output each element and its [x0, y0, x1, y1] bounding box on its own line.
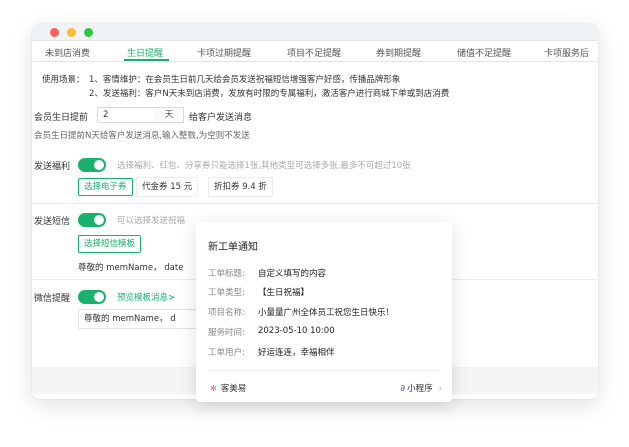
work-order-notification-card: 新工单通知 工单标题: 自定义填写的内容 工单类型: 【生日祝福】 项目名称: …	[196, 222, 452, 402]
tab-card-expiry[interactable]: 卡项过期提醒	[197, 46, 251, 59]
select-coupon-button[interactable]: 选择电子券	[78, 178, 133, 196]
birthday-advance-label: 会员生日提前	[34, 113, 89, 123]
tab-coupon-expiry[interactable]: 券到期提醒	[376, 46, 421, 59]
benefit-toggle[interactable]	[78, 158, 106, 172]
mini-program-link[interactable]: ∂ 小程序 ›	[400, 382, 442, 394]
title-bar	[32, 24, 598, 41]
mini-program-icon: ∂	[400, 384, 406, 394]
preview-template-link[interactable]: 预览模板消息>	[117, 291, 175, 303]
tab-unvisited[interactable]: 未到店消费	[45, 46, 90, 59]
close-window-button[interactable]	[50, 28, 59, 37]
sms-preview: 尊敬的 memName， date	[78, 263, 184, 273]
benefit-hint: 选择福利、红包、分享券只能选择1张,其他类型可选择多张,最多不可超过10张	[117, 161, 411, 171]
sms-hint: 可以选择发送祝福	[117, 216, 186, 226]
select-sms-template-button[interactable]: 选择短信模板	[78, 235, 142, 253]
card-row-value: 好运连连，幸福相伴	[258, 348, 335, 358]
usage-line-1: 1、客情维护：在会员生日前几天给会员发送祝福短信增强客户好感，传播品牌形象	[89, 75, 401, 85]
usage-line-2: 2、发送福利：客户N天未到店消费，发放有时限的专属福利，激活客户进行商城下单或到…	[89, 89, 450, 99]
benefit-label: 发送福利	[34, 162, 71, 172]
tab-after-card-service[interactable]: 卡项服务后	[544, 46, 589, 59]
card-row-label: 服务时间:	[208, 328, 245, 338]
birthday-days-input[interactable]: 2	[97, 107, 162, 123]
card-row-label: 工单类型:	[208, 288, 245, 298]
birthday-suffix: 给客户发送消息	[189, 113, 253, 123]
wechat-toggle[interactable]	[78, 290, 106, 304]
wechat-label: 微信提醒	[34, 294, 71, 304]
card-row-label: 项目名称:	[208, 308, 245, 318]
sms-label: 发送短信	[34, 217, 71, 227]
usage-title: 使用场景：	[42, 75, 85, 85]
card-row-label: 工单标题:	[208, 269, 245, 279]
card-row-value: 2023-05-10 10:00	[258, 326, 335, 336]
maximize-window-button[interactable]	[84, 28, 93, 37]
card-row-value: 【生日祝福】	[258, 288, 310, 298]
reminder-tabs: 未到店消费 生日提醒 卡项过期提醒 项目不足提醒 券到期提醒 储值不足提醒 卡项…	[32, 41, 598, 62]
card-title: 新工单通知	[208, 242, 258, 253]
tab-stored-value-insufficient[interactable]: 储值不足提醒	[457, 46, 511, 59]
tab-birthday[interactable]: 生日提醒	[127, 46, 163, 59]
chevron-right-icon: ›	[438, 384, 442, 394]
coupon-chip-cash[interactable]: 代金券 15 元	[136, 177, 199, 197]
tab-item-insufficient[interactable]: 项目不足提醒	[287, 46, 341, 59]
coupon-chip-discount[interactable]: 折扣券 9.4 折	[208, 177, 273, 197]
brand-logo-icon: ✻	[210, 384, 217, 393]
card-divider	[208, 370, 440, 371]
card-row-value: 小量量广州全体员工祝您生日快乐！	[258, 308, 395, 318]
section-divider	[32, 203, 598, 204]
brand-name: 客美易	[220, 384, 247, 394]
brand-footer: ✻ 客美易	[210, 382, 246, 394]
birthday-hint: 会员生日提前N天给客户发送消息,输入整数,为空则不发送	[34, 131, 250, 141]
sms-toggle[interactable]	[78, 213, 106, 227]
days-unit: 天	[155, 107, 184, 123]
card-row-value: 自定义填写的内容	[258, 269, 327, 279]
mini-program-label: 小程序	[407, 384, 433, 394]
card-row-label: 工单用户:	[208, 348, 245, 358]
minimize-window-button[interactable]	[67, 28, 76, 37]
